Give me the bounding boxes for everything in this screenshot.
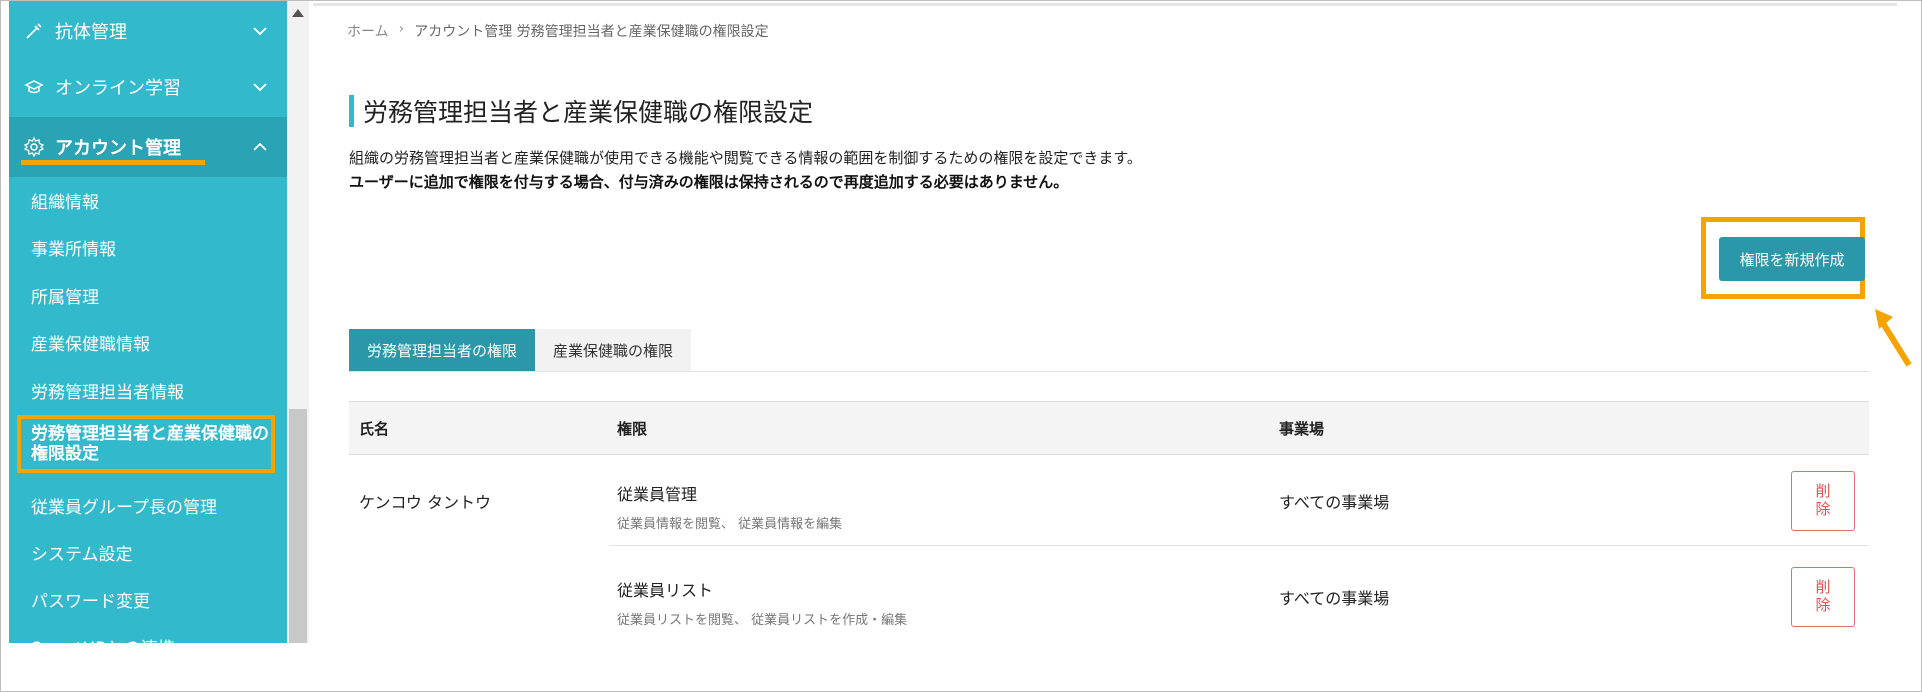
delete-button[interactable]: 削除: [1791, 471, 1855, 531]
sidebar-section-label: アカウント管理: [55, 138, 181, 159]
main-content: ホーム › アカウント管理 労務管理担当者と産業保健職の権限設定 労務管理担当者…: [313, 1, 1912, 643]
highlight-arrow-icon: [1875, 309, 1912, 367]
user-name: ケンコウ タントウ: [359, 493, 491, 512]
permission-site: すべての事業場: [1279, 589, 1390, 608]
sidebar-item-system-settings[interactable]: システム設定: [9, 529, 287, 575]
sidebar-item-label: 事業所情報: [31, 239, 116, 260]
permission-tabs: 労務管理担当者の権限 産業保健職の権限: [349, 329, 692, 371]
permission-site: すべての事業場: [1279, 493, 1390, 512]
breadcrumb-separator-icon: ›: [398, 21, 405, 37]
sidebar-item-labor-manager[interactable]: 労務管理担当者情報: [9, 367, 287, 413]
scroll-up-icon[interactable]: [292, 9, 304, 17]
title-accent-bar: [349, 95, 354, 127]
sidebar-item-affiliation[interactable]: 所属管理: [9, 272, 287, 318]
sidebar-section-label: オンライン学習: [55, 78, 181, 99]
row-divider: [609, 545, 1869, 546]
sidebar-item-label: パスワード変更: [31, 591, 150, 612]
scrollbar-thumb[interactable]: [289, 409, 307, 643]
chevron-up-icon: [253, 142, 267, 151]
tab-labor-manager[interactable]: 労務管理担当者の権限: [349, 329, 536, 371]
permission-title: 従業員管理: [617, 485, 698, 504]
permission-entry: 従業員リスト 従業員リストを閲覧、 従業員リストを作成・編集: [617, 577, 907, 628]
breadcrumb-home[interactable]: ホーム: [347, 21, 389, 41]
highlight-box-current-item: [17, 415, 275, 473]
sidebar-item-health-staff[interactable]: 産業保健職情報: [9, 319, 287, 365]
app-frame: 抗体管理 オンライン学習 アカウント管理 組織情報 事業所情報 所属管理 産業保…: [0, 0, 1922, 692]
chevron-down-icon: [253, 27, 267, 36]
sidebar-item-label: 組織情報: [31, 192, 99, 213]
sidebar-item-label: 従業員グループ長の管理: [31, 497, 217, 518]
sidebar-item-label: SmartHRとの連携: [31, 634, 175, 644]
page-note: ユーザーに追加で権限を付与する場合、付与済みの権限は保持されるので再度追加する必…: [349, 173, 1069, 191]
page-title: 労務管理担当者と産業保健職の権限設定: [363, 98, 814, 127]
permission-entry: 従業員管理 従業員情報を閲覧、 従業員情報を編集: [617, 481, 842, 532]
sidebar-item-group-leader[interactable]: 従業員グループ長の管理: [9, 482, 287, 528]
tab-health-staff[interactable]: 産業保健職の権限: [535, 329, 692, 371]
syringe-icon: [23, 20, 45, 42]
sidebar-item-password[interactable]: パスワード変更: [9, 576, 287, 622]
permission-detail: 従業員リストを閲覧、 従業員リストを作成・編集: [617, 613, 908, 628]
table-header: 氏名 権限 事業場: [349, 401, 1869, 455]
page-description: 組織の労務管理担当者と産業保健職が使用できる機能や閲覧できる情報の範囲を制御する…: [349, 149, 1142, 167]
sidebar-item-label: 産業保健職情報: [31, 334, 150, 355]
sidebar-item-smarthr[interactable]: SmartHRとの連携: [9, 623, 287, 644]
sidebar-section-label: 抗体管理: [55, 22, 127, 43]
top-divider: [313, 3, 1897, 6]
sidebar-section-account-management[interactable]: アカウント管理: [9, 117, 287, 177]
permission-detail: 従業員情報を閲覧、 従業員情報を編集: [617, 517, 843, 532]
column-header-name: 氏名: [359, 420, 390, 438]
delete-button[interactable]: 削除: [1791, 567, 1855, 627]
gear-icon: [23, 136, 45, 158]
tabs-divider: [349, 371, 1869, 372]
sidebar-item-label: 労務管理担当者情報: [31, 382, 184, 403]
chevron-down-icon: [253, 83, 267, 92]
sidebar-section-online-learning[interactable]: オンライン学習: [9, 57, 287, 117]
column-header-permission: 権限: [617, 420, 648, 438]
sidebar-item-label: システム設定: [31, 544, 133, 565]
highlight-underline: [21, 160, 205, 165]
sidebar-item-label: 所属管理: [31, 287, 99, 308]
sidebar: 抗体管理 オンライン学習 アカウント管理 組織情報 事業所情報 所属管理 産業保…: [9, 1, 287, 643]
sidebar-item-organization[interactable]: 組織情報: [9, 177, 287, 223]
breadcrumb-current: アカウント管理 労務管理担当者と産業保健職の権限設定: [414, 24, 769, 40]
sidebar-scrollbar[interactable]: [287, 1, 309, 643]
graduation-cap-icon: [23, 76, 45, 98]
column-header-site: 事業場: [1279, 420, 1325, 438]
sidebar-item-office[interactable]: 事業所情報: [9, 224, 287, 270]
breadcrumb: ホーム › アカウント管理 労務管理担当者と産業保健職の権限設定: [347, 21, 769, 41]
permission-title: 従業員リスト: [617, 581, 714, 600]
create-permission-button[interactable]: 権限を新規作成: [1719, 237, 1865, 281]
sidebar-section-antibody[interactable]: 抗体管理: [9, 1, 287, 61]
